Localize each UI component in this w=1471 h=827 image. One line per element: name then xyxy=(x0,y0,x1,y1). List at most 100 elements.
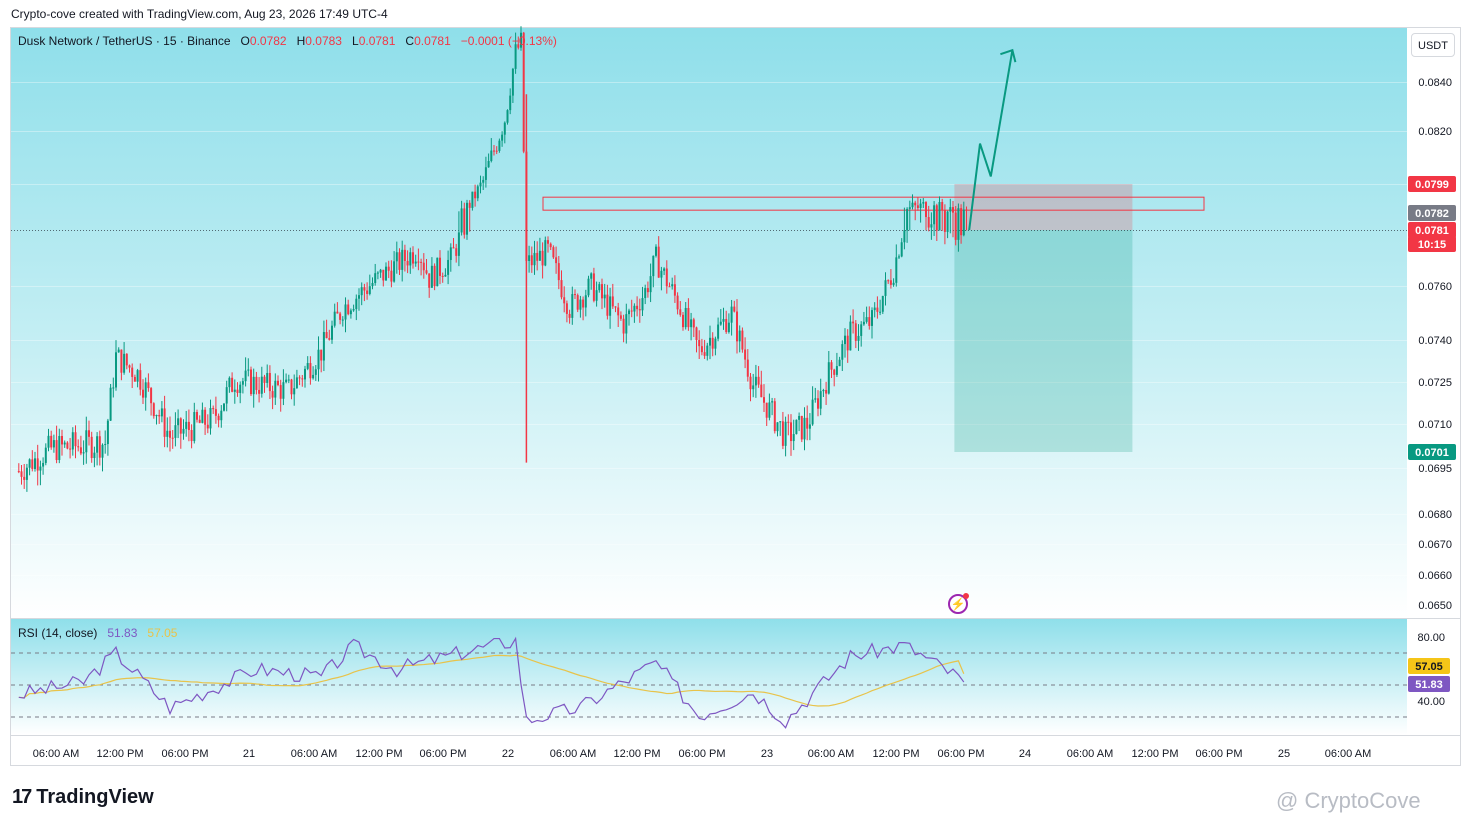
candle-body xyxy=(709,337,711,346)
currency-button[interactable]: USDT xyxy=(1411,33,1455,57)
candle-body xyxy=(123,353,126,373)
candle-body xyxy=(125,353,128,366)
candle-body xyxy=(565,303,568,314)
candle-body xyxy=(768,402,771,418)
candle-body xyxy=(881,295,884,312)
candle-body xyxy=(860,324,863,336)
candle-body xyxy=(528,255,531,262)
candle-body xyxy=(557,263,560,281)
candle-body xyxy=(420,261,423,263)
candle-body xyxy=(676,295,679,310)
candle-body xyxy=(895,257,898,283)
tradingview-logo-icon: 17 xyxy=(12,786,32,808)
candle-body xyxy=(66,442,69,449)
price-chart[interactable]: 0.0840 0.0820 0.0760 0.0740 0.0725 0.0710 0.06… xyxy=(0,0,1471,827)
rsi-tag-label: 51.83 xyxy=(1415,679,1443,691)
candle-body xyxy=(403,249,406,261)
candle-body xyxy=(776,422,779,432)
candle-body xyxy=(150,388,153,404)
candle-body xyxy=(441,275,444,277)
close-label: C xyxy=(405,34,415,48)
candle-body xyxy=(406,260,409,266)
candle-body xyxy=(808,424,811,429)
candle-body xyxy=(455,248,458,256)
candle-body xyxy=(760,384,763,398)
candle-body xyxy=(390,270,393,282)
candle-body xyxy=(428,273,431,288)
candle-body xyxy=(247,369,250,371)
candle-body xyxy=(889,280,892,285)
time-tick-label: 06:00 PM xyxy=(419,748,466,760)
candle-body xyxy=(682,314,684,328)
candle-body xyxy=(857,335,860,341)
candle-body xyxy=(495,150,498,152)
candle-body xyxy=(58,436,61,461)
time-tick-label: 12:00 PM xyxy=(1131,748,1178,760)
candle-body xyxy=(533,252,536,266)
candle-body xyxy=(474,191,477,199)
candle-body xyxy=(609,296,612,316)
candle-body xyxy=(900,242,903,257)
candle-body xyxy=(595,290,598,301)
time-tick-label: 06:00 PM xyxy=(678,748,725,760)
candle-body xyxy=(655,246,657,256)
target-zone xyxy=(954,184,1133,230)
candle-body xyxy=(571,294,574,318)
candle-body xyxy=(17,471,20,473)
candle-body xyxy=(79,447,82,454)
brand-name: TradingView xyxy=(36,786,154,808)
candle-body xyxy=(679,309,682,315)
candle-body xyxy=(841,344,844,360)
candle-body xyxy=(112,387,115,389)
tradingview-brand[interactable]: 17 TradingView xyxy=(12,786,154,809)
candle-body xyxy=(96,436,99,453)
candle-body xyxy=(217,415,220,421)
candle-body xyxy=(763,397,765,403)
candle-body xyxy=(906,208,909,231)
time-tick-label: 06:00 AM xyxy=(33,748,79,760)
candle-body xyxy=(387,266,390,271)
time-axis[interactable]: 06:00 AM 12:00 PM 06:00 PM 21 06:00 AM 12:00 … xyxy=(33,748,1371,760)
candle-body xyxy=(439,257,441,276)
candle-body xyxy=(582,299,585,308)
rsi-tick-label: 40.00 xyxy=(1417,696,1445,708)
candle-body xyxy=(754,376,757,386)
candle-body xyxy=(241,381,244,385)
candle-body xyxy=(943,210,946,232)
candle-body xyxy=(668,286,671,288)
time-tick-label: 06:00 AM xyxy=(808,748,854,760)
candle-body xyxy=(422,262,425,271)
candle-body xyxy=(552,247,555,258)
candle-body xyxy=(371,282,374,287)
candle-body xyxy=(331,325,333,340)
time-tick-label: 06:00 PM xyxy=(1195,748,1242,760)
candle-body xyxy=(39,466,42,471)
time-tick-label: 12:00 PM xyxy=(355,748,402,760)
rsi-title[interactable]: RSI (14, close) xyxy=(18,626,97,640)
candle-body xyxy=(322,332,325,361)
candle-body xyxy=(547,240,549,244)
candle-body xyxy=(722,318,725,322)
candle-body xyxy=(657,246,660,278)
low-label: L xyxy=(352,34,359,48)
candle-body xyxy=(171,437,174,439)
lightning-icon[interactable]: ⚡ xyxy=(948,593,969,614)
candle-body xyxy=(938,202,941,231)
time-tick-label: 25 xyxy=(1278,748,1290,760)
candle-body xyxy=(133,376,136,382)
candle-body xyxy=(463,208,466,235)
candle-body xyxy=(598,284,601,291)
candle-body xyxy=(530,255,533,266)
time-tick-label: 06:00 AM xyxy=(291,748,337,760)
candle-body xyxy=(555,257,558,264)
candle-body xyxy=(601,284,603,299)
candle-body xyxy=(925,202,927,218)
candle-body xyxy=(690,319,693,328)
symbol-label[interactable]: Dusk Network / TetherUS · 15 · Binance xyxy=(18,34,231,48)
candle-body xyxy=(673,284,676,296)
candle-body xyxy=(574,294,576,296)
candle-body xyxy=(803,417,806,440)
candle-body xyxy=(425,270,428,274)
candle-body xyxy=(325,332,328,339)
candle-body xyxy=(179,418,182,434)
